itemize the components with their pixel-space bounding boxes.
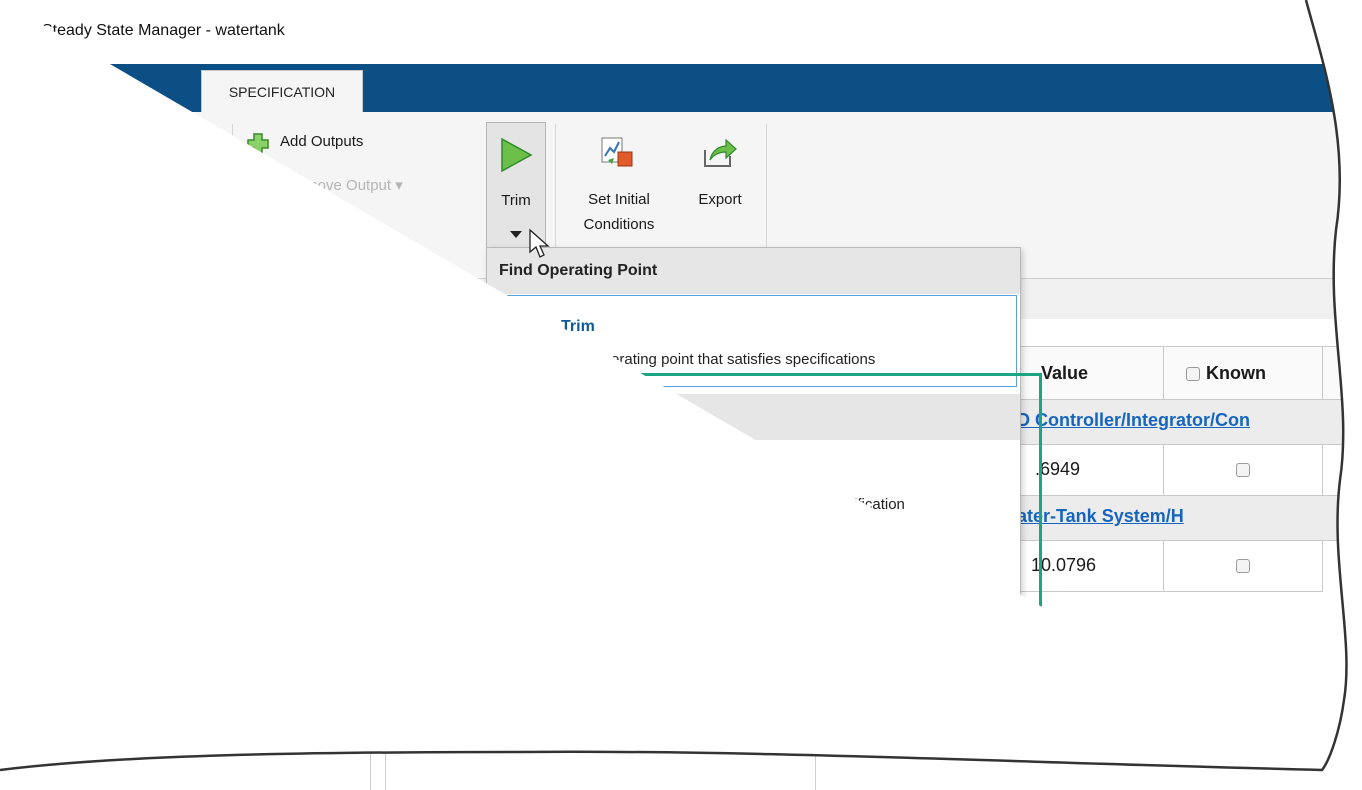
app-window: Steady State Manager - watertank STEADY … xyxy=(0,0,1362,790)
torn-edge-outline xyxy=(0,0,1348,772)
